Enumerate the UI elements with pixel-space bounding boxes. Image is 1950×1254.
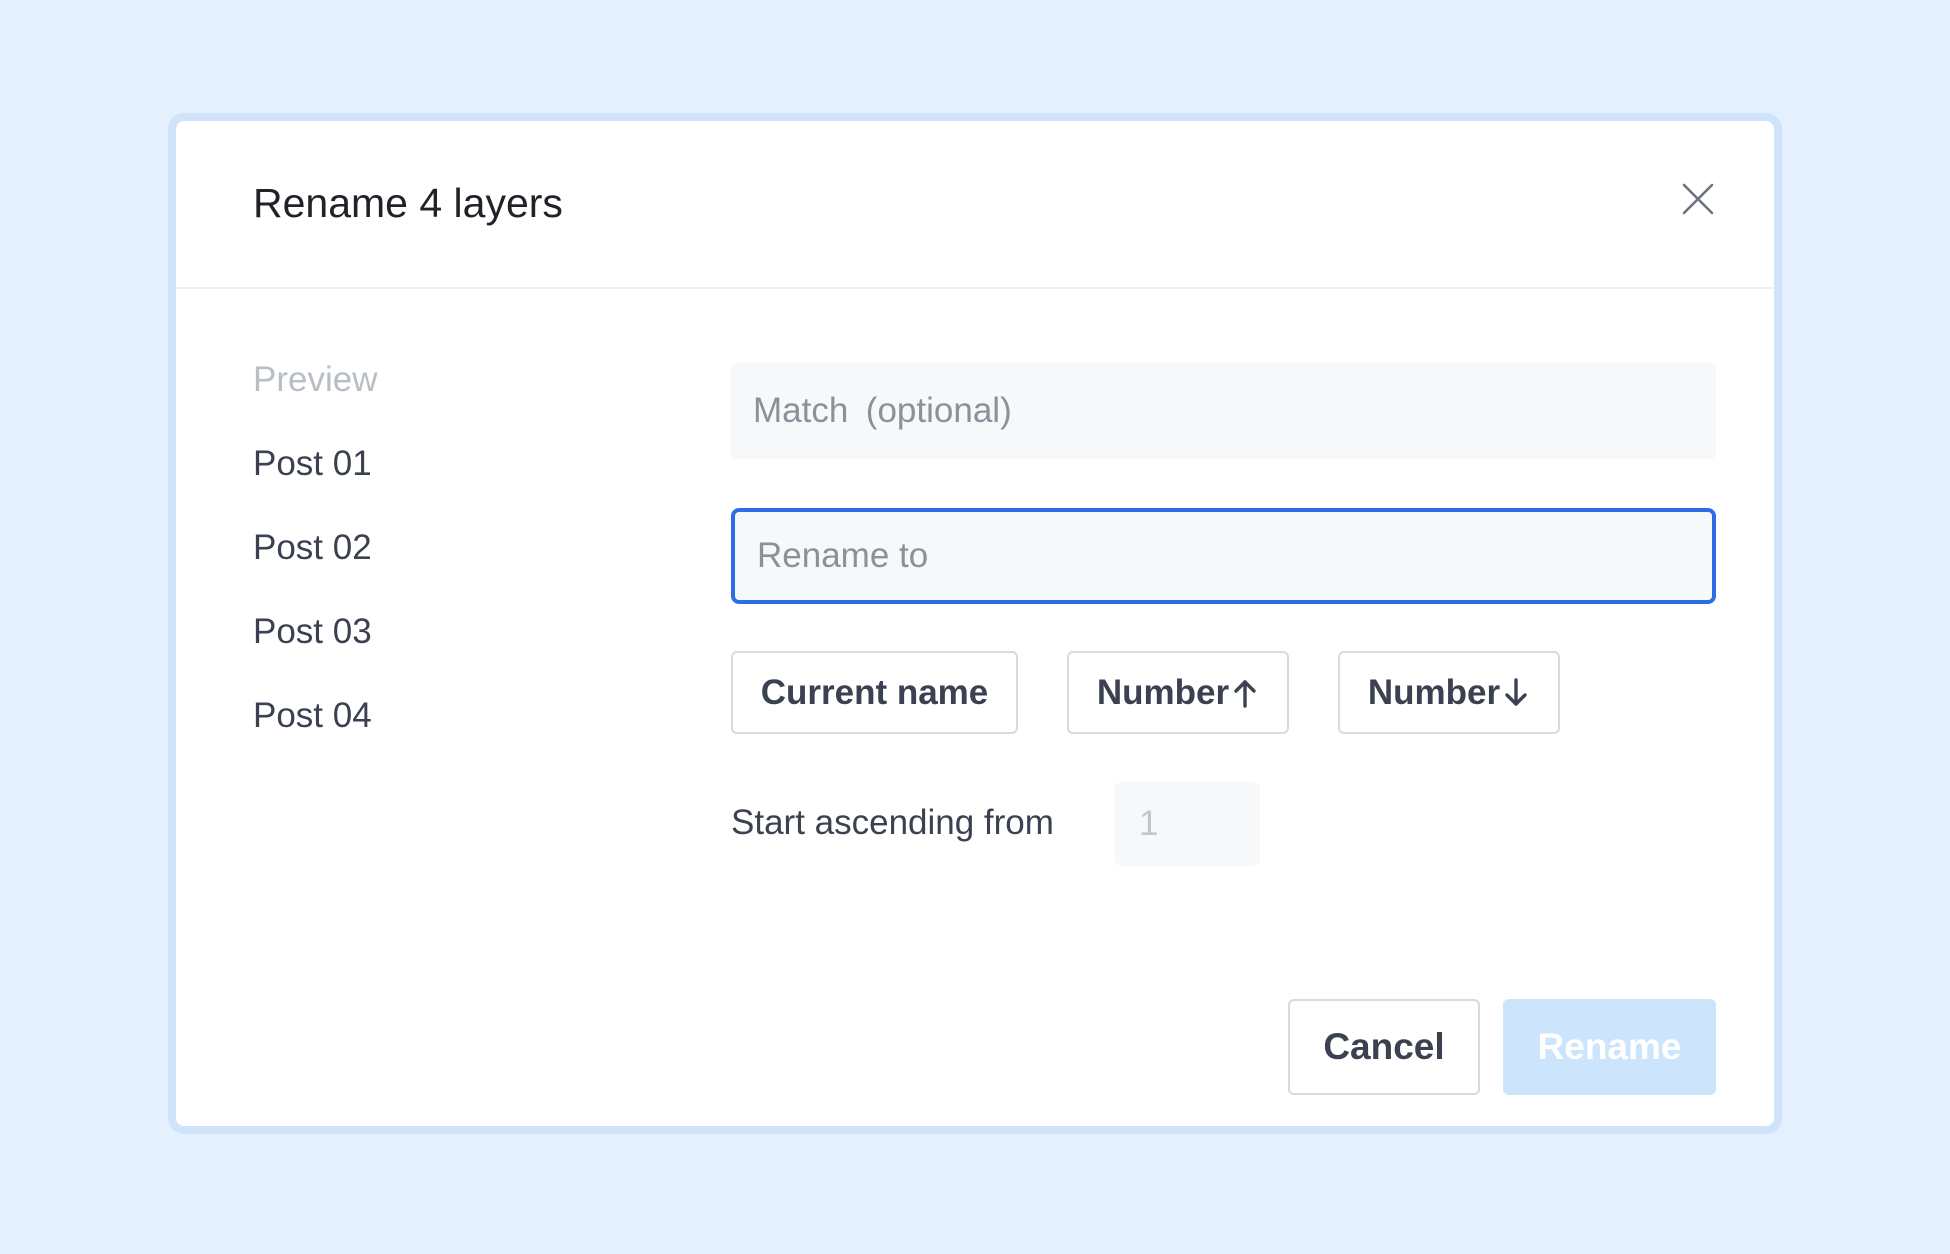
close-icon	[1682, 183, 1714, 215]
rename-to-input[interactable]	[731, 508, 1716, 604]
preview-item: Post 02	[253, 528, 372, 567]
start-number-input[interactable]	[1115, 782, 1260, 866]
dialog-title: Rename 4 layers	[253, 180, 563, 226]
cancel-button[interactable]: Cancel	[1288, 999, 1480, 1095]
start-ascending-label: Start ascending from	[731, 803, 1054, 842]
number-ascending-label: Number	[1096, 672, 1230, 712]
arrow-down-icon	[1502, 677, 1530, 709]
current-name-button[interactable]: Current name	[731, 651, 1018, 734]
preview-item: Post 01	[253, 444, 372, 483]
number-descending-button[interactable]: Number	[1338, 651, 1560, 734]
number-ascending-button[interactable]: Number	[1067, 651, 1289, 734]
preview-item: Post 03	[253, 612, 372, 651]
preview-item: Post 04	[253, 696, 372, 735]
match-input[interactable]	[731, 363, 1716, 459]
dialog-header: Rename 4 layers	[176, 121, 1774, 289]
close-button[interactable]	[1676, 177, 1720, 221]
rename-dialog: Rename 4 layers Preview Post 01 Post 02 …	[168, 113, 1782, 1134]
rename-button[interactable]: Rename	[1503, 999, 1716, 1095]
current-name-label: Current name	[760, 672, 989, 712]
arrow-up-icon	[1231, 677, 1259, 709]
number-descending-label: Number	[1367, 672, 1501, 712]
preview-label: Preview	[253, 360, 378, 399]
